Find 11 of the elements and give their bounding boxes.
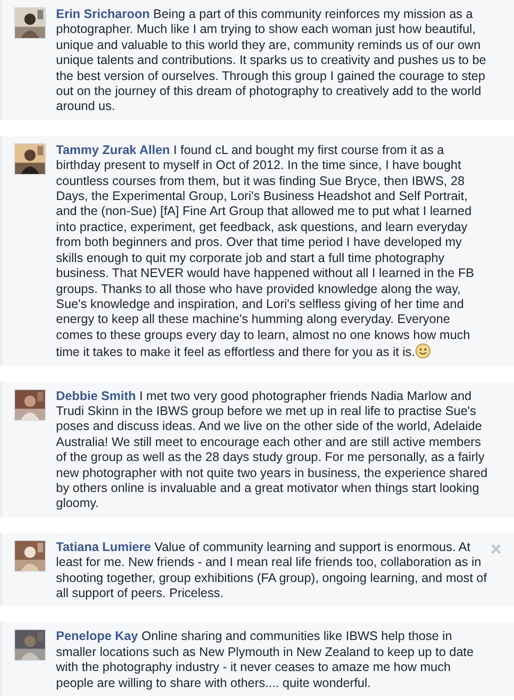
author-link[interactable]: Erin Sricharoon — [56, 7, 150, 21]
comment-text: Tatiana Lumiere Value of community learning and support is enormous. At least for me. New friends - and I mean real life friends too, collaboration as in shooting together, group exhibitions (FA group), ongoing learning, and most of all support of peers. Priceless. — [56, 540, 488, 602]
comment-text: Debbie Smith I met two very good photographer friends Nadia Marlow and Trudi Skinn in the IBWS group before we met up in real life to practise Sue's poses and discuss ideas. And we live on the other side of the world, Adelaide Australia! We still meet to encourage each other and are still active members of the group as well as the 28 days study group. For me personally, as a fairly new photographer with not quite two years in business, the experience shared by others online is invaluable and a great motivator when things start looking gloomy. — [56, 388, 489, 512]
author-link[interactable]: Debbie Smith — [56, 388, 136, 403]
comment-text: Penelope Kay Online sharing and communities like IBWS help those in smaller locations such as New Plymouth in New Zealand to keep up to date with the photography industry - it never ceases to amaze me how much people are willing to share with others.... quite wonderful. — [56, 629, 475, 692]
author-link[interactable]: Tatiana Lumiere — [56, 540, 151, 554]
comment-text: Tammy Zurak Allen I found cL and bought my first course from it as a birthday present to myself in Oct of 2012. In the time since, I have bought countless courses from them, but it was finding Sue Bryce, then IBWS, 28 Days, the Experimental Group, Lori's Business Headshot and Self Portrait, and the (non-Sue) [fA] Fine Art Group that allowed me to put what I learned into practice, experiment, get feedback, ask questions, and learn everyday from both beginners and pros. Over that time period I have developed my skills enough to quit my corporate job and start a full time photography business. That NEVER would have happened without all I learned in the FB groups. Thanks to all those who have provided knowledge along the way, Sue's knowledge and inspiration, and Lori's selfless giving of her time and energy to keep all these machine's humming along everyday. Everyone comes to these groups every day to learn, almost no one knows how much time it takes to make it feel as effortless and there for you as it is. — [56, 142, 476, 361]
author-link[interactable]: Tammy Zurak Allen — [56, 142, 170, 157]
close-button[interactable] — [490, 542, 502, 555]
comment-text: Erin Sricharoon Being a part of this community reinforces my mission as a photographer. Much like I am trying to show each woman just how beautiful, unique and valuable to this world they are, community reminds us of our own unique talents and contributions. It sparks us to creativity and pushes us to be the best version of ourselves. Through this group I gained the courage to step out on the journey of this dream of photography to creatively add to the world around us. — [56, 7, 488, 115]
author-link[interactable]: Penelope Kay — [56, 629, 138, 644]
